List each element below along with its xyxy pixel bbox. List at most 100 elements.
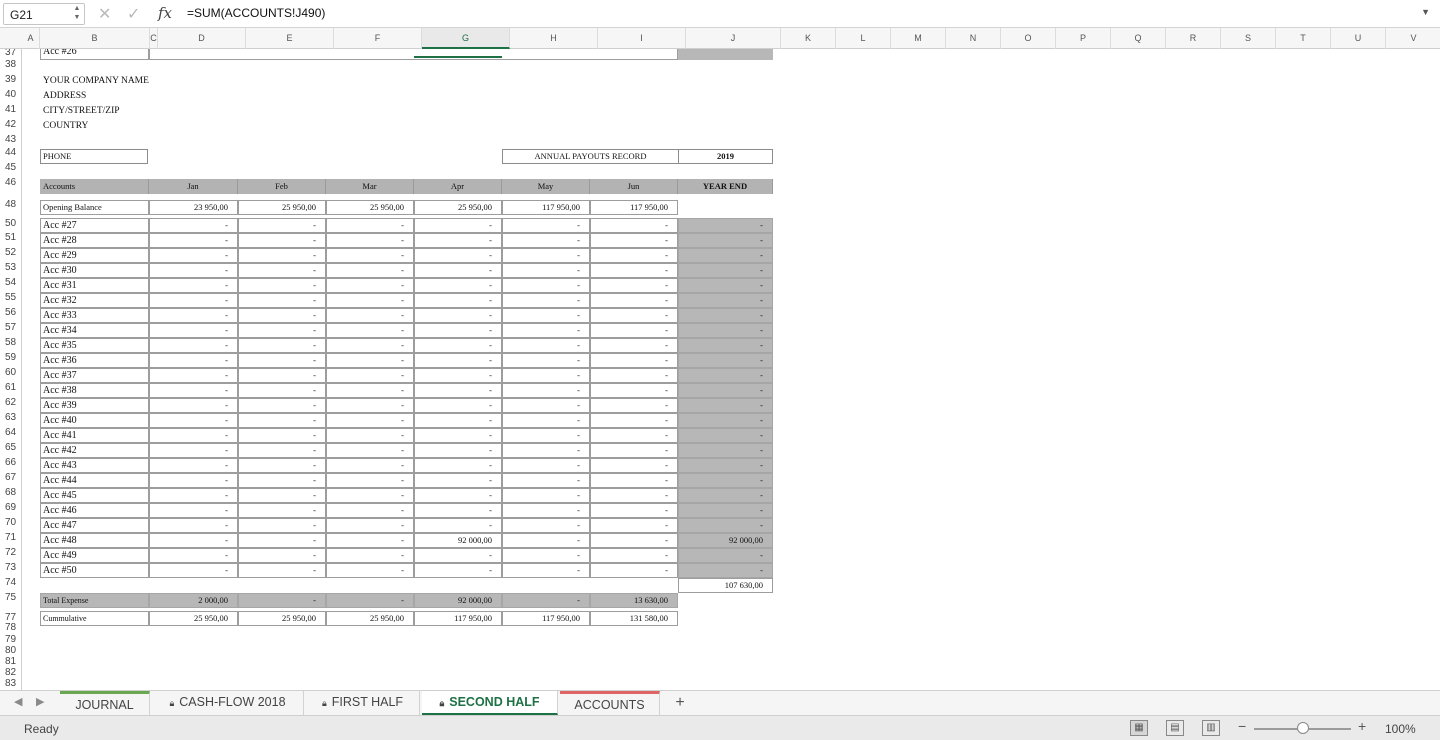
row-header-72[interactable]: 72 <box>0 547 21 558</box>
account-cell[interactable]: - <box>414 503 502 518</box>
account-cell[interactable]: - <box>149 323 238 338</box>
account-cell[interactable]: - <box>238 518 326 533</box>
opening-balance-cell[interactable]: 23 950,00 <box>149 200 238 215</box>
column-header-n[interactable]: N <box>946 28 1001 49</box>
account-cell[interactable]: - <box>326 308 414 323</box>
account-cell[interactable]: - <box>326 263 414 278</box>
account-cell[interactable]: - <box>590 488 678 503</box>
account-cell[interactable]: - <box>149 398 238 413</box>
formula-input[interactable]: =SUM(ACCOUNTS!J490) <box>187 6 325 20</box>
account-cell[interactable]: - <box>414 323 502 338</box>
account-cell[interactable]: - <box>590 443 678 458</box>
column-header-o[interactable]: O <box>1001 28 1056 49</box>
account-cell[interactable]: - <box>590 473 678 488</box>
row-header-75[interactable]: 75 <box>0 592 21 603</box>
year-end-cell[interactable]: - <box>678 518 773 533</box>
account-cell[interactable]: - <box>414 233 502 248</box>
row-header-64[interactable]: 64 <box>0 427 21 438</box>
account-cell[interactable]: - <box>238 473 326 488</box>
account-cell[interactable]: - <box>326 338 414 353</box>
account-cell[interactable]: - <box>149 248 238 263</box>
account-cell[interactable]: - <box>502 458 590 473</box>
account-cell[interactable]: - <box>502 473 590 488</box>
account-cell[interactable]: - <box>149 233 238 248</box>
row-header-43[interactable]: 43 <box>0 134 21 145</box>
account-cell[interactable]: - <box>326 233 414 248</box>
account-cell[interactable]: - <box>502 383 590 398</box>
account-cell[interactable]: - <box>414 443 502 458</box>
account-cell[interactable]: - <box>149 488 238 503</box>
account-cell[interactable]: - <box>149 383 238 398</box>
year-end-cell[interactable]: - <box>678 293 773 308</box>
row-header-48[interactable]: 48 <box>0 199 21 210</box>
account-cell[interactable]: - <box>502 503 590 518</box>
year-end-cell[interactable]: - <box>678 503 773 518</box>
normal-view-icon[interactable]: ▦ <box>1130 720 1148 736</box>
account-cell[interactable]: - <box>326 488 414 503</box>
year-end-cell[interactable]: - <box>678 338 773 353</box>
account-cell[interactable]: - <box>149 548 238 563</box>
account-cell[interactable]: - <box>502 218 590 233</box>
account-cell[interactable]: - <box>590 323 678 338</box>
account-cell[interactable]: - <box>414 383 502 398</box>
column-header-c[interactable]: C <box>150 28 158 49</box>
account-cell[interactable]: - <box>590 353 678 368</box>
column-header-e[interactable]: E <box>246 28 334 49</box>
account-cell[interactable]: - <box>326 443 414 458</box>
account-cell[interactable]: - <box>590 368 678 383</box>
account-cell[interactable]: - <box>238 308 326 323</box>
account-cell[interactable]: - <box>414 488 502 503</box>
account-cell[interactable]: - <box>238 323 326 338</box>
account-cell[interactable]: - <box>590 548 678 563</box>
zoom-slider-thumb[interactable] <box>1296 722 1309 734</box>
account-cell[interactable]: - <box>414 278 502 293</box>
year-end-cell[interactable]: - <box>678 488 773 503</box>
account-cell[interactable]: - <box>326 533 414 548</box>
column-header-b[interactable]: B <box>40 28 150 49</box>
total-expense-cell[interactable]: 2 000,00 <box>149 593 238 608</box>
total-expense-cell[interactable]: 13 630,00 <box>590 593 678 608</box>
account-cell[interactable]: - <box>238 353 326 368</box>
row-header-57[interactable]: 57 <box>0 322 21 333</box>
account-cell[interactable]: - <box>414 428 502 443</box>
account-cell[interactable]: - <box>326 218 414 233</box>
cumulative-cell[interactable]: 117 950,00 <box>502 611 590 626</box>
year-end-cell[interactable]: - <box>678 443 773 458</box>
account-cell[interactable]: - <box>149 353 238 368</box>
column-header-h[interactable]: H <box>510 28 598 49</box>
account-cell[interactable]: - <box>414 308 502 323</box>
account-cell[interactable]: - <box>238 233 326 248</box>
account-cell[interactable]: - <box>414 473 502 488</box>
cancel-icon[interactable]: ✕ <box>98 4 111 24</box>
account-cell[interactable]: - <box>414 398 502 413</box>
column-header-d[interactable]: D <box>158 28 246 49</box>
row-header-82[interactable]: 82 <box>0 667 21 678</box>
record-year[interactable]: 2019 <box>678 149 773 164</box>
account-cell[interactable]: - <box>326 383 414 398</box>
row-header-69[interactable]: 69 <box>0 502 21 513</box>
account-cell[interactable]: - <box>238 398 326 413</box>
row-header-52[interactable]: 52 <box>0 247 21 258</box>
cumulative-cell[interactable]: 117 950,00 <box>414 611 502 626</box>
account-cell[interactable]: - <box>590 218 678 233</box>
function-icon[interactable]: fx <box>158 4 172 22</box>
year-end-cell[interactable] <box>678 49 773 60</box>
row-header-60[interactable]: 60 <box>0 367 21 378</box>
account-cell[interactable]: - <box>326 563 414 578</box>
account-cell[interactable]: - <box>326 503 414 518</box>
prev-sheet-icon[interactable]: ◀ <box>14 695 22 708</box>
tab-accounts[interactable]: ACCOUNTS <box>560 691 660 715</box>
account-cell[interactable]: - <box>590 413 678 428</box>
row-header-37[interactable]: 37 <box>0 49 21 58</box>
account-cell[interactable]: - <box>238 293 326 308</box>
cumulative-cell[interactable]: 25 950,00 <box>238 611 326 626</box>
total-expense-cell[interactable]: 92 000,00 <box>414 593 502 608</box>
account-cell[interactable]: - <box>238 218 326 233</box>
row-header-62[interactable]: 62 <box>0 397 21 408</box>
row-header-66[interactable]: 66 <box>0 457 21 468</box>
account-cell[interactable]: - <box>238 488 326 503</box>
account-cell[interactable]: - <box>502 563 590 578</box>
account-cell[interactable]: - <box>590 248 678 263</box>
account-cell[interactable]: - <box>238 413 326 428</box>
year-end-cell[interactable]: - <box>678 353 773 368</box>
